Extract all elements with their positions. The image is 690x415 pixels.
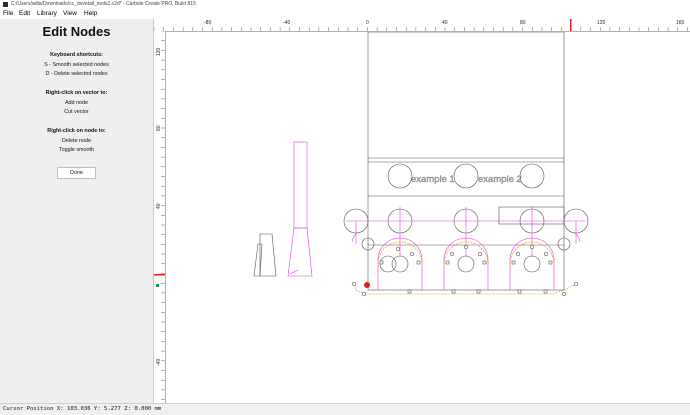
tool-geometry[interactable]: [253, 233, 277, 277]
ruler-y-marker: [154, 274, 165, 276]
menu-edit[interactable]: Edit: [19, 10, 30, 17]
vector-add-node: Add node: [64, 100, 89, 106]
hruler-label: 40: [442, 20, 448, 26]
status-bar: Cursor Position X: 103.036 Y: 5.277 Z: 0…: [0, 403, 690, 415]
vertical-ruler: 120 80 40 -40: [154, 31, 166, 403]
window-title: C:/Users/willa/Downloads/cc_dovetail_too…: [11, 1, 196, 7]
small-circle-shape[interactable]: [523, 255, 541, 273]
tool-toolpath: [287, 141, 313, 277]
title-bar: C:/Users/willa/Downloads/cc_dovetail_too…: [0, 0, 690, 9]
canvas-drawing[interactable]: example 1 example 2: [166, 32, 690, 403]
hruler-label: 120: [597, 20, 606, 26]
design-canvas[interactable]: example 1 example 2: [166, 32, 690, 403]
app-icon: [3, 2, 8, 7]
small-circle-shape[interactable]: [457, 255, 475, 273]
path-nodes[interactable]: [351, 244, 579, 297]
node-title: Right-click on node to:: [47, 128, 106, 134]
hruler-label: 160: [676, 20, 685, 26]
circle-shape[interactable]: [519, 163, 545, 189]
edit-nodes-panel: Edit Nodes Keyboard shortcuts: S - Smoot…: [0, 19, 154, 403]
hruler-label: -40: [283, 20, 291, 26]
vruler-label: 40: [156, 203, 162, 209]
horizontal-ruler-ticks: [154, 19, 688, 31]
dovetail-profile-path[interactable]: [353, 241, 577, 295]
vector-title: Right-click on vector to:: [45, 90, 108, 96]
origin-marker: [364, 282, 370, 288]
shortcuts-title: Keyboard shortcuts:: [50, 52, 103, 58]
hruler-label: 80: [520, 20, 526, 26]
menu-view[interactable]: View: [63, 10, 77, 17]
menu-help[interactable]: Help: [84, 10, 97, 17]
vruler-label: -40: [156, 358, 162, 366]
rectangle-shape[interactable]: [498, 206, 565, 225]
horizontal-ruler: -80 -40 0 40 80 120 160: [154, 19, 690, 32]
hruler-label: 0: [366, 20, 369, 26]
vruler-label: 120: [156, 47, 162, 56]
node-delete: Delete node: [61, 138, 92, 144]
shortcut-smooth: S - Smooth selected nodes: [44, 62, 109, 68]
vertical-ruler-ticks: [154, 31, 165, 400]
home-marker: [156, 284, 159, 287]
example-1-text[interactable]: example 1: [411, 174, 455, 185]
vruler-label: 80: [156, 125, 162, 131]
done-button[interactable]: Done: [57, 167, 96, 179]
shortcut-delete: D - Delete selected nodes: [45, 71, 108, 77]
cursor-position: Cursor Position X: 103.036 Y: 5.277 Z: 0…: [3, 406, 162, 412]
ruler-x-marker: [570, 19, 572, 31]
circle-shape[interactable]: [453, 163, 479, 189]
menu-file[interactable]: File: [3, 10, 13, 17]
panel-heading: Edit Nodes: [42, 24, 111, 39]
node-toggle-smooth: Toggle smooth: [58, 147, 95, 153]
example-2-text[interactable]: example 2: [478, 174, 522, 185]
menu-library[interactable]: Library: [37, 10, 57, 17]
vector-cut: Cut vector: [64, 109, 89, 115]
small-circle-shape[interactable]: [391, 255, 409, 273]
hruler-label: -80: [204, 20, 212, 26]
circle-shape[interactable]: [387, 163, 413, 189]
